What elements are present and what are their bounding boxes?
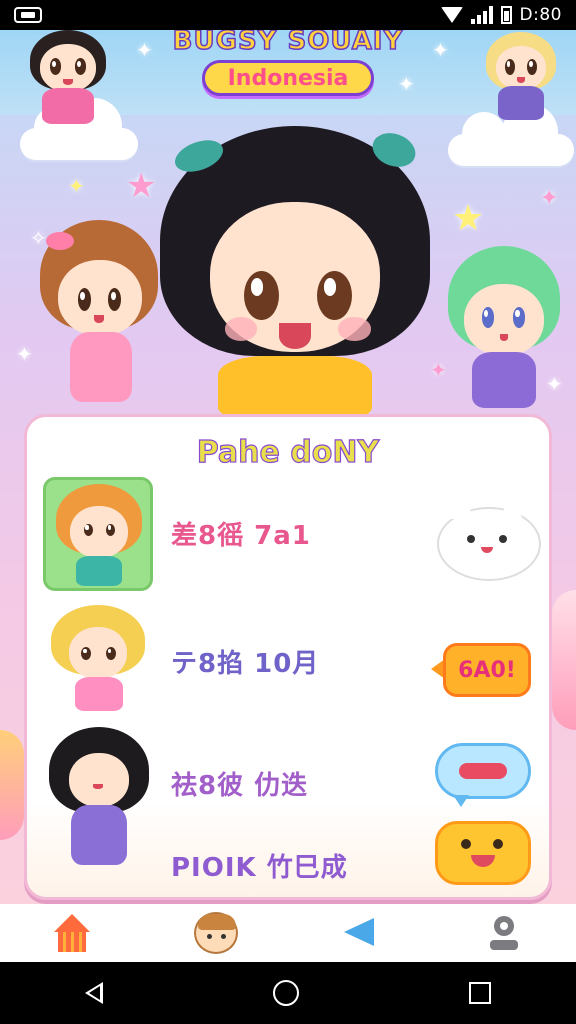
sparkle-icon: ✦ [16, 342, 33, 366]
sparkle-icon: ✦ [398, 72, 415, 96]
side-cloud [552, 590, 576, 730]
character-right [448, 246, 560, 416]
home-icon[interactable] [273, 980, 299, 1006]
home-house-icon [54, 914, 90, 952]
cast-icon [14, 7, 42, 23]
row-label: テ8掐 10月 [171, 649, 320, 679]
system-nav-bar [0, 962, 576, 1024]
list-item[interactable]: PIOIK 竹巳成 [27, 809, 549, 904]
daily-panel: Pahe doNY 差8徭 7a1 テ8掐 10月 6A0! 祛8彼 仂迭 PI… [24, 414, 552, 900]
game-logo-badge: Indonesia [202, 60, 374, 96]
hamster-friend-icon [194, 912, 238, 954]
nav-announcements[interactable] [320, 904, 400, 962]
recent-apps-icon[interactable] [469, 982, 491, 1004]
cloud [20, 98, 138, 160]
character-left [40, 220, 158, 410]
panel-title: Pahe doNY [196, 434, 380, 470]
character-top-left [26, 30, 110, 124]
avatar [43, 477, 153, 591]
nav-profile[interactable] [464, 904, 544, 962]
main-character [160, 126, 430, 420]
blue-speech-bubble-icon[interactable] [435, 743, 531, 807]
character-top-right [484, 32, 558, 122]
status-bar: D:80 [0, 0, 576, 30]
row-label: 祛8彼 仂迭 [171, 771, 309, 801]
status-time: D:80 [519, 5, 562, 25]
yellow-cat-face-icon[interactable] [435, 815, 531, 885]
list-item[interactable]: テ8掐 10月 6A0! [27, 605, 549, 715]
nav-friends[interactable] [176, 904, 256, 962]
star-icon: ★ [126, 166, 157, 206]
nav-home[interactable] [32, 904, 112, 962]
sparkle-icon: ✦ [432, 38, 449, 62]
megaphone-icon [344, 918, 374, 946]
profile-camera-icon [490, 916, 518, 950]
badge-text: 6A0! [443, 643, 531, 697]
white-cat-icon[interactable] [437, 495, 541, 581]
list-item[interactable]: 差8徭 7a1 [27, 477, 549, 591]
signal-icon [470, 6, 493, 24]
avatar [43, 605, 153, 719]
sparkle-icon: ✦ [540, 186, 559, 211]
cloud [448, 104, 574, 166]
side-cloud [0, 730, 24, 840]
game-logo-title: BUGSY SOUAIY [172, 30, 404, 57]
row-label: 差8徭 7a1 [171, 521, 311, 551]
sparkle-icon: ✦ [430, 358, 447, 382]
back-icon[interactable] [85, 982, 103, 1004]
bottom-nav [0, 904, 576, 962]
speech-badge-icon[interactable]: 6A0! [431, 643, 531, 697]
sparkle-icon: ✦ [68, 174, 85, 198]
wifi-icon [440, 7, 463, 23]
battery-icon [500, 6, 512, 24]
game-screen: ✦ ✦ ✦ ✦ ★ ★ ✦ ✧ ✦ ✦ ✦ BUGSY SOUAIY Indon… [0, 30, 576, 904]
row-label: PIOIK 竹巳成 [171, 853, 348, 883]
star-icon: ★ [452, 198, 485, 239]
